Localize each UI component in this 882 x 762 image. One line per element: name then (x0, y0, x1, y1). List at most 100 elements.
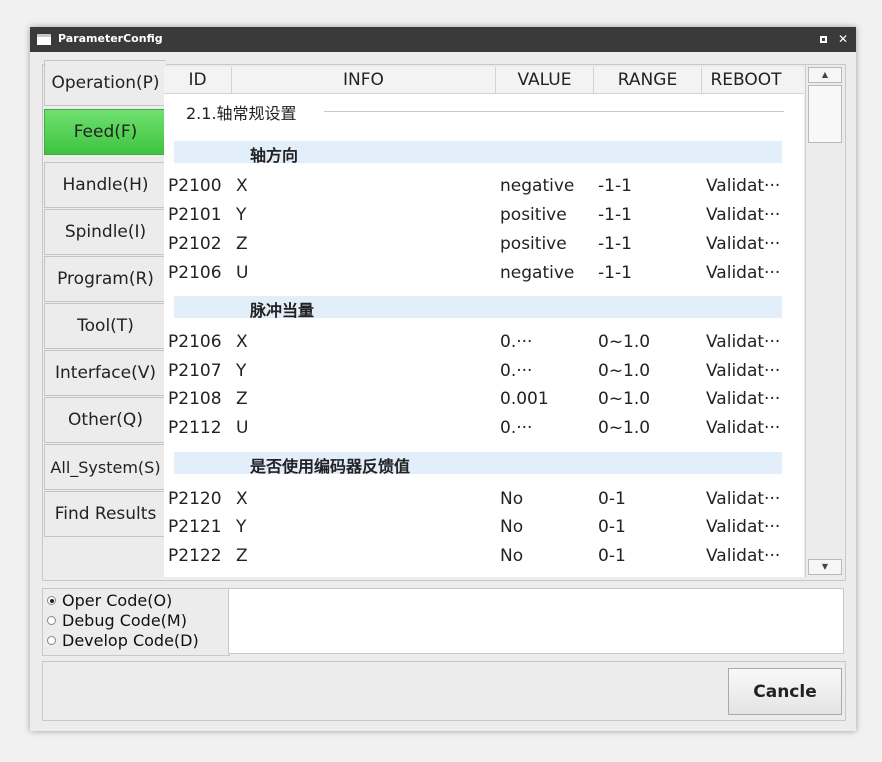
group-title: 脉冲当量 (250, 301, 315, 320)
cell-info: Y (236, 517, 247, 537)
cell-value[interactable]: positive (500, 205, 567, 225)
section-title: 2.1.轴常规设置 (186, 104, 297, 123)
cell-id: P2120 (168, 489, 222, 509)
table-row[interactable]: P2106 X 0.··· 0~1.0 Validat··· (164, 328, 804, 356)
cell-range: -1-1 (598, 234, 632, 254)
scroll-thumb[interactable] (808, 85, 842, 143)
cell-info: X (236, 489, 248, 509)
tab-spindle[interactable]: Spindle(I) (44, 209, 166, 255)
radio-unselected-icon[interactable] (47, 636, 56, 645)
column-header-range[interactable]: RANGE (594, 67, 702, 93)
cell-id: P2100 (168, 176, 222, 196)
table-row[interactable]: P2120 X No 0-1 Validat··· (164, 485, 804, 513)
tab-operation[interactable]: Operation(P) (44, 60, 166, 106)
table-header: ID INFO VALUE RANGE REBOOT (164, 67, 804, 94)
cell-reboot: Validat··· (706, 489, 781, 509)
cell-range: 0-1 (598, 546, 626, 566)
table-row[interactable]: P2108 Z 0.001 0~1.0 Validat··· (164, 385, 804, 413)
cell-range: -1-1 (598, 263, 632, 283)
table-row[interactable]: P2122 Z No 0-1 Validat··· (164, 542, 804, 570)
cell-info: X (236, 332, 248, 352)
cell-info: Y (236, 361, 247, 381)
parameter-config-window: ParameterConfig ✕ Operation(P) Feed(F) H… (30, 27, 856, 731)
cell-value[interactable]: 0.··· (500, 332, 532, 352)
cell-id: P2102 (168, 234, 222, 254)
cancel-button[interactable]: Cancle (728, 668, 842, 715)
footer-panel (42, 661, 846, 721)
close-icon[interactable]: ✕ (836, 30, 850, 48)
tab-handle[interactable]: Handle(H) (44, 162, 166, 208)
cell-range: -1-1 (598, 205, 632, 225)
cell-reboot: Validat··· (706, 205, 781, 225)
radio-oper-code[interactable]: Oper Code(O) (47, 591, 172, 611)
cell-reboot: Validat··· (706, 234, 781, 254)
radio-selected-icon[interactable] (47, 596, 56, 605)
title-bar: ParameterConfig ✕ (30, 27, 856, 52)
cell-info: Z (236, 546, 248, 566)
cell-info: Z (236, 389, 248, 409)
scroll-up-arrow-icon[interactable]: ▲ (808, 67, 842, 83)
column-header-info[interactable]: INFO (232, 67, 496, 93)
cell-value[interactable]: negative (500, 263, 574, 283)
group-title: 是否使用编码器反馈值 (250, 457, 411, 476)
cell-id: P2106 (168, 332, 222, 352)
tab-find-results[interactable]: Find Results (44, 491, 166, 537)
radio-label: Develop Code(D) (62, 631, 199, 650)
cell-value[interactable]: No (500, 517, 523, 537)
cell-id: P2108 (168, 389, 222, 409)
table-row[interactable]: P2100 X negative -1-1 Validat··· (164, 172, 804, 200)
tab-interface[interactable]: Interface(V) (44, 350, 166, 396)
cell-reboot: Validat··· (706, 176, 781, 196)
cell-reboot: Validat··· (706, 517, 781, 537)
cell-range: 0~1.0 (598, 361, 651, 381)
tab-other[interactable]: Other(Q) (44, 397, 166, 443)
code-input-area[interactable] (228, 588, 844, 654)
radio-unselected-icon[interactable] (47, 616, 56, 625)
cell-id: P2112 (168, 418, 222, 438)
cell-range: 0~1.0 (598, 332, 651, 352)
table-row[interactable]: P2106 U negative -1-1 Validat··· (164, 259, 804, 287)
radio-debug-code[interactable]: Debug Code(M) (47, 611, 187, 631)
cell-id: P2101 (168, 205, 222, 225)
cell-reboot: Validat··· (706, 361, 781, 381)
cell-range: -1-1 (598, 176, 632, 196)
column-header-reboot[interactable]: REBOOT (702, 67, 790, 93)
vertical-scrollbar[interactable]: ▲ ▼ (805, 65, 844, 577)
table-row[interactable]: P2101 Y positive -1-1 Validat··· (164, 201, 804, 229)
group-header: 是否使用编码器反馈值 (174, 452, 782, 476)
scroll-down-arrow-icon[interactable]: ▼ (808, 559, 842, 575)
cell-reboot: Validat··· (706, 546, 781, 566)
cell-id: P2121 (168, 517, 222, 537)
table-row[interactable]: P2121 Y No 0-1 Validat··· (164, 513, 804, 541)
radio-label: Debug Code(M) (62, 611, 187, 630)
column-header-value[interactable]: VALUE (496, 67, 594, 93)
parameter-table: ID INFO VALUE RANGE REBOOT 2.1.轴常规设置 轴方向… (164, 67, 804, 577)
cell-range: 0-1 (598, 489, 626, 509)
cell-value[interactable]: positive (500, 234, 567, 254)
section-divider (324, 111, 784, 112)
cell-value[interactable]: 0.··· (500, 418, 532, 438)
maximize-icon[interactable] (816, 30, 830, 48)
cell-value[interactable]: 0.··· (500, 361, 532, 381)
cell-info: Y (236, 205, 247, 225)
cell-value[interactable]: negative (500, 176, 574, 196)
cell-id: P2122 (168, 546, 222, 566)
cell-range: 0~1.0 (598, 418, 651, 438)
cell-info: Z (236, 234, 248, 254)
table-row[interactable]: P2102 Z positive -1-1 Validat··· (164, 230, 804, 258)
cell-value[interactable]: No (500, 489, 523, 509)
cell-info: X (236, 176, 248, 196)
tab-feed[interactable]: Feed(F) (44, 109, 166, 155)
window-title: ParameterConfig (58, 32, 163, 45)
code-mode-group: Oper Code(O) Debug Code(M) Develop Code(… (42, 588, 230, 656)
tab-tool[interactable]: Tool(T) (44, 303, 166, 349)
tab-all-system[interactable]: All_System(S) (44, 444, 166, 490)
table-row[interactable]: P2112 U 0.··· 0~1.0 Validat··· (164, 414, 804, 442)
tab-program[interactable]: Program(R) (44, 256, 166, 302)
radio-develop-code[interactable]: Develop Code(D) (47, 631, 199, 651)
radio-label: Oper Code(O) (62, 591, 173, 610)
column-header-id[interactable]: ID (164, 67, 232, 93)
cell-value[interactable]: No (500, 546, 523, 566)
cell-value[interactable]: 0.001 (500, 389, 549, 409)
table-row[interactable]: P2107 Y 0.··· 0~1.0 Validat··· (164, 357, 804, 385)
